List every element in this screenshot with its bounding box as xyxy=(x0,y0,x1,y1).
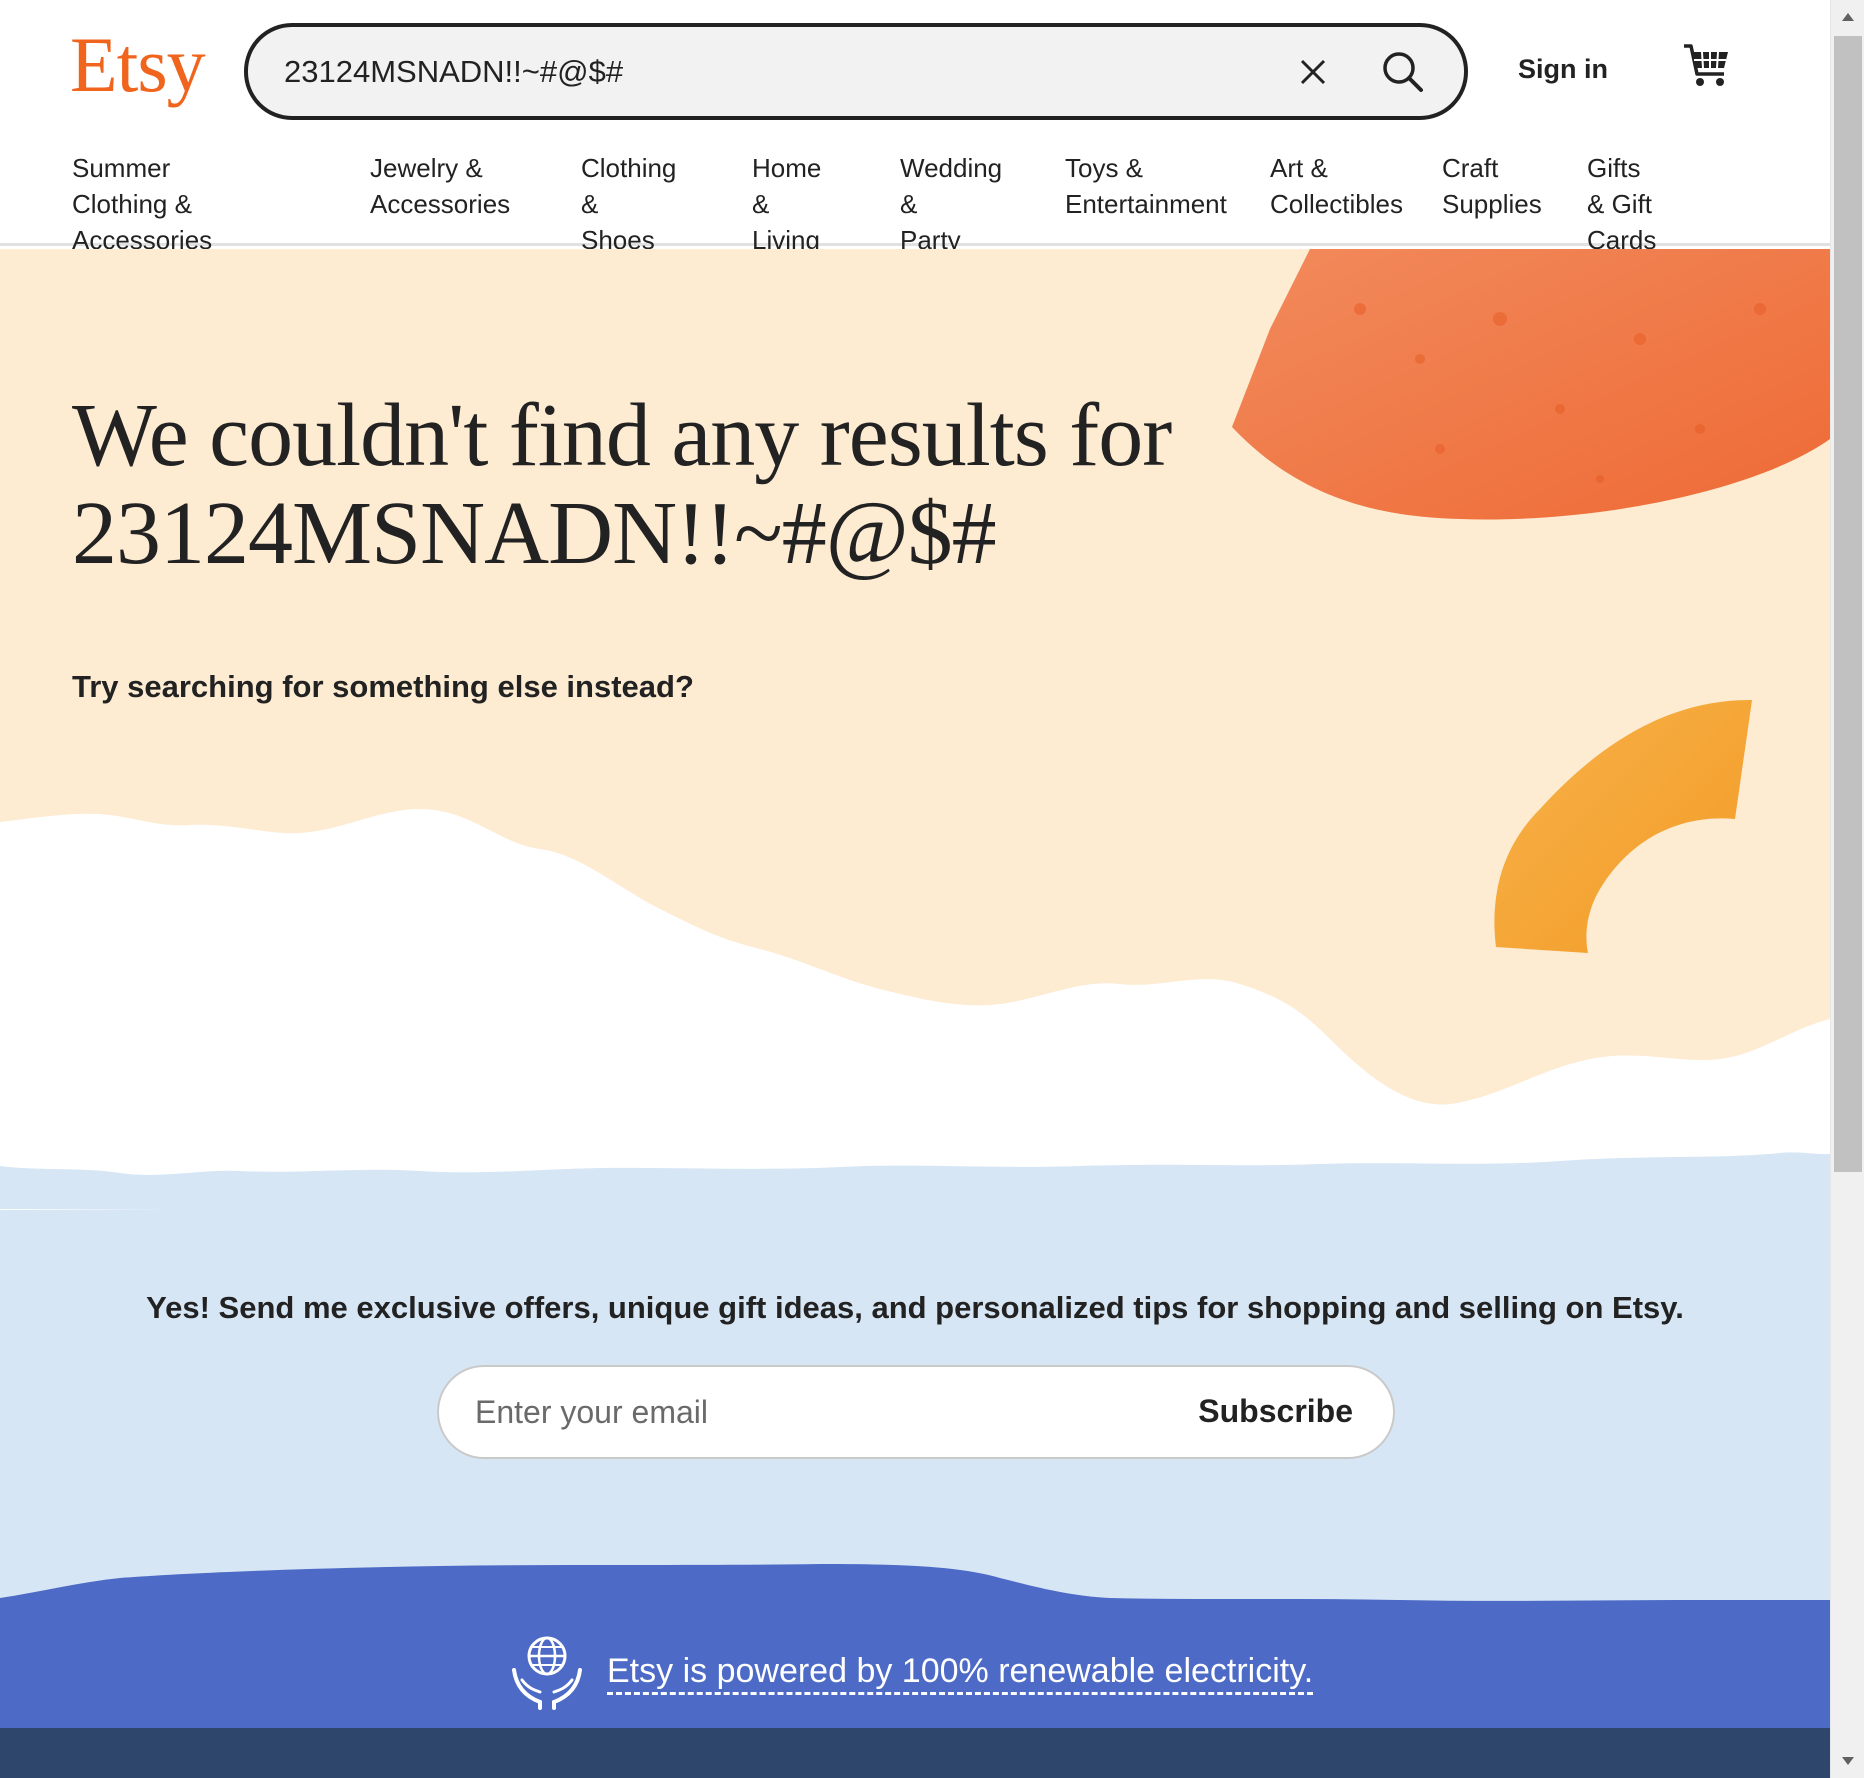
email-input[interactable] xyxy=(475,1367,1155,1457)
nav-item-craft-supplies[interactable]: Craft Supplies xyxy=(1442,150,1542,222)
search-suggestion-text: Try searching for something else instead… xyxy=(72,669,694,704)
subscribe-button[interactable]: Subscribe xyxy=(1198,1393,1353,1430)
yellow-shape xyxy=(1494,699,1752,953)
cart-button[interactable] xyxy=(1682,40,1738,96)
search-bar xyxy=(244,23,1468,120)
renewable-electricity-link[interactable]: Etsy is powered by 100% renewable electr… xyxy=(607,1650,1314,1695)
chevron-down-icon xyxy=(1842,1757,1854,1765)
etsy-logo[interactable]: Etsy xyxy=(70,20,206,110)
nav-item-toys-entertainment[interactable]: Toys & Entertainment xyxy=(1065,150,1227,222)
search-icon xyxy=(1383,52,1423,92)
sign-in-link[interactable]: Sign in xyxy=(1518,54,1608,85)
page: Etsy Sign in xyxy=(0,0,1830,1778)
renewable-energy-banner: Etsy is powered by 100% renewable electr… xyxy=(0,1560,1830,1730)
cart-icon xyxy=(1684,44,1728,86)
vertical-scrollbar[interactable] xyxy=(1830,0,1864,1778)
scroll-up-button[interactable] xyxy=(1831,0,1864,34)
orange-shape xyxy=(1232,249,1830,520)
site-header: Etsy Sign in xyxy=(0,0,1830,255)
scrollbar-thumb[interactable] xyxy=(1834,36,1862,1172)
search-input[interactable] xyxy=(284,27,1264,116)
newsletter-section: Yes! Send me exclusive offers, unique gi… xyxy=(0,1170,1830,1620)
globe-hands-icon xyxy=(512,1636,582,1710)
nav-item-clothing-shoes[interactable]: Clothing & Shoes xyxy=(581,150,676,258)
nav-item-art-collectibles[interactable]: Art & Collectibles xyxy=(1270,150,1403,222)
close-icon xyxy=(1300,59,1326,85)
nav-item-summer-clothing[interactable]: Summer Clothing & Accessories xyxy=(72,150,212,258)
no-results-heading: We couldn't find any results for 23124MS… xyxy=(72,386,1172,583)
clear-search-button[interactable] xyxy=(1288,47,1338,97)
search-button[interactable] xyxy=(1372,41,1434,103)
nav-item-jewelry[interactable]: Jewelry & Accessories xyxy=(370,150,510,222)
nav-item-wedding-party[interactable]: Wedding & Party xyxy=(900,150,1002,258)
nav-item-gifts[interactable]: Gifts & Gift Cards xyxy=(1587,150,1656,258)
newsletter-text: Yes! Send me exclusive offers, unique gi… xyxy=(146,1290,1684,1325)
scroll-down-button[interactable] xyxy=(1831,1744,1864,1778)
site-footer xyxy=(0,1728,1830,1778)
renewable-background xyxy=(0,1564,1830,1730)
email-signup-form: Subscribe xyxy=(437,1365,1395,1459)
no-results-hero: We couldn't find any results for 23124MS… xyxy=(0,249,1830,1209)
chevron-up-icon xyxy=(1842,13,1854,21)
nav-item-home-living[interactable]: Home & Living xyxy=(752,150,821,258)
